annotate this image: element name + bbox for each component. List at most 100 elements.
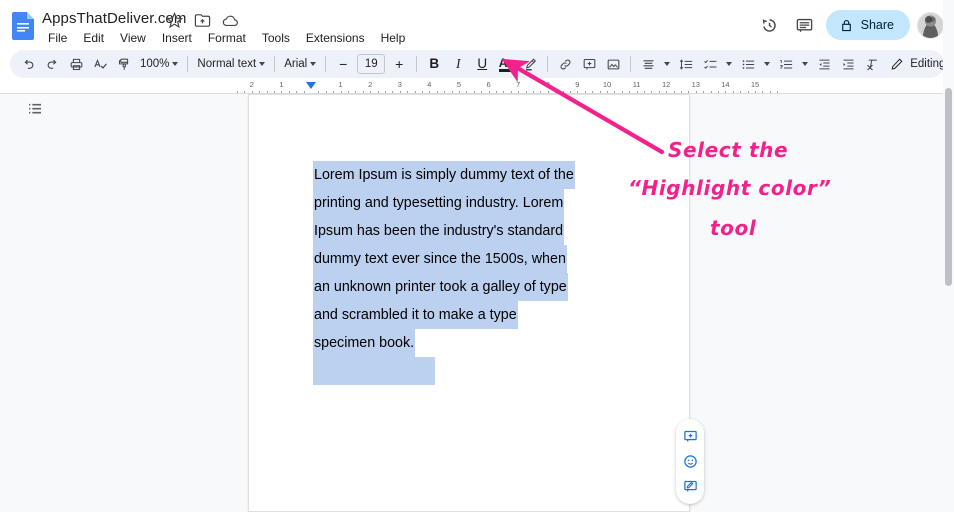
vertical-scrollbar-thumb[interactable] — [945, 88, 952, 286]
ruler-tick — [599, 90, 601, 93]
ruler-tick — [666, 90, 668, 93]
document-outline-button[interactable] — [24, 98, 46, 120]
document-line: and scrambled it to make a type — [313, 301, 625, 329]
ruler-tick — [281, 90, 283, 93]
align-dropdown[interactable] — [661, 53, 673, 75]
menu-edit[interactable]: Edit — [75, 29, 112, 48]
ruler-tick — [444, 90, 446, 93]
document-line: Ipsum has been the industry's standard — [313, 217, 625, 245]
menu-view[interactable]: View — [112, 29, 154, 48]
spellcheck-icon[interactable] — [89, 53, 111, 75]
ruler-tick — [244, 90, 246, 93]
paint-format-icon[interactable] — [113, 53, 135, 75]
document-line-text: an unknown printer took a galley of type — [313, 273, 568, 301]
menu-file[interactable]: File — [40, 29, 75, 48]
star-icon[interactable] — [166, 12, 183, 29]
highlight-color-button[interactable] — [519, 53, 541, 75]
suggest-edit-button[interactable] — [680, 477, 700, 497]
text-color-button[interactable]: A — [495, 53, 517, 75]
increase-font-size-button[interactable]: + — [388, 53, 410, 75]
print-icon[interactable] — [65, 53, 87, 75]
paragraph-style-value: Normal text — [197, 58, 257, 70]
editing-mode-label: Editing — [910, 58, 946, 70]
document-line: dummy text ever since the 1500s, when — [313, 245, 625, 273]
clear-formatting-button[interactable] — [861, 53, 883, 75]
left-indent-marker[interactable] — [306, 82, 316, 89]
floating-comment-toolbar — [676, 419, 704, 504]
numbered-list-dropdown[interactable] — [799, 53, 811, 75]
move-to-folder-icon[interactable] — [194, 12, 211, 29]
bulleted-list-dropdown[interactable] — [761, 53, 773, 75]
add-emoji-reaction-button[interactable] — [680, 452, 700, 472]
version-history-icon[interactable] — [756, 11, 784, 39]
document-text-body[interactable]: Lorem Ipsum is simply dummy text of the … — [313, 161, 625, 385]
ruler-tick — [473, 90, 475, 93]
numbered-list-button[interactable] — [775, 53, 797, 75]
ruler-tick — [658, 90, 660, 93]
ruler-tick — [466, 90, 468, 93]
top-bar: AppsThatDeliver.com File Edit View Inser… — [0, 0, 954, 48]
ruler-label: 9 — [575, 80, 580, 89]
chevron-down-icon — [310, 62, 317, 66]
align-button[interactable] — [637, 53, 659, 75]
document-line-text — [313, 357, 435, 385]
menu-tools[interactable]: Tools — [254, 29, 298, 48]
horizontal-ruler[interactable]: 2 1 1 2 3 4 5 6 7 8 9 10 11 12 13 14 15 — [0, 80, 954, 94]
docs-file-icon[interactable] — [12, 12, 34, 40]
cloud-saved-icon[interactable] — [222, 12, 239, 29]
ruler-tick — [629, 90, 631, 93]
highlight-color-icon — [525, 57, 536, 70]
open-comment-history-icon[interactable] — [791, 11, 819, 39]
font-family-dropdown[interactable]: Arial — [280, 53, 320, 75]
menu-extensions[interactable]: Extensions — [298, 29, 373, 48]
decrease-font-size-button[interactable]: − — [332, 53, 354, 75]
checklist-dropdown[interactable] — [723, 53, 735, 75]
document-page[interactable]: Lorem Ipsum is simply dummy text of the … — [248, 94, 690, 512]
ruler-tick — [510, 90, 512, 93]
undo-icon[interactable] — [17, 53, 39, 75]
ruler-tick — [296, 90, 298, 93]
zoom-level-dropdown[interactable]: 100% — [136, 53, 182, 75]
increase-indent-button[interactable] — [837, 53, 859, 75]
font-size-stepper: − 19 + — [331, 53, 411, 75]
document-canvas: Lorem Ipsum is simply dummy text of the … — [0, 94, 954, 512]
lock-icon — [841, 19, 851, 31]
document-title[interactable]: AppsThatDeliver.com — [42, 10, 186, 27]
ruler-tick — [451, 90, 453, 93]
ruler-label: 3 — [397, 80, 402, 89]
checklist-button[interactable] — [699, 53, 721, 75]
bulleted-list-button[interactable] — [737, 53, 759, 75]
add-comment-button[interactable] — [680, 427, 700, 447]
menu-insert[interactable]: Insert — [154, 29, 200, 48]
insert-image-button[interactable] — [602, 53, 624, 75]
ruler-label: 7 — [516, 80, 521, 89]
ruler-tick — [237, 90, 238, 93]
underline-button[interactable]: U — [471, 53, 493, 75]
vertical-scrollbar[interactable] — [943, 0, 954, 512]
ruler-tick — [777, 90, 779, 93]
font-size-input[interactable]: 19 — [357, 54, 386, 74]
ruler-tick — [525, 90, 527, 93]
share-button[interactable]: Share — [825, 10, 910, 40]
redo-icon[interactable] — [41, 53, 63, 75]
ruler-tick — [607, 90, 608, 93]
ruler-tick — [584, 90, 586, 93]
account-avatar[interactable] — [917, 11, 944, 39]
paragraph-style-dropdown[interactable]: Normal text — [193, 53, 269, 75]
ruler-tick — [274, 90, 275, 93]
document-line-text: Lorem Ipsum is simply dummy text of the — [313, 161, 575, 189]
line-spacing-button[interactable] — [675, 53, 697, 75]
formatting-toolbar: 100% Normal text Arial − 19 + B I U A Ed… — [10, 50, 946, 78]
menu-help[interactable]: Help — [373, 29, 414, 48]
document-line: printing and typesetting industry. Lorem — [313, 189, 625, 217]
insert-link-button[interactable] — [554, 53, 576, 75]
add-comment-button[interactable] — [578, 53, 600, 75]
document-line: an unknown printer took a galley of type — [313, 273, 625, 301]
menu-format[interactable]: Format — [200, 29, 254, 48]
bold-button[interactable]: B — [423, 53, 445, 75]
ruler-tick — [377, 90, 379, 93]
ruler-tick — [385, 90, 386, 93]
italic-button[interactable]: I — [447, 53, 469, 75]
decrease-indent-button[interactable] — [813, 53, 835, 75]
chevron-down-icon — [664, 62, 671, 66]
